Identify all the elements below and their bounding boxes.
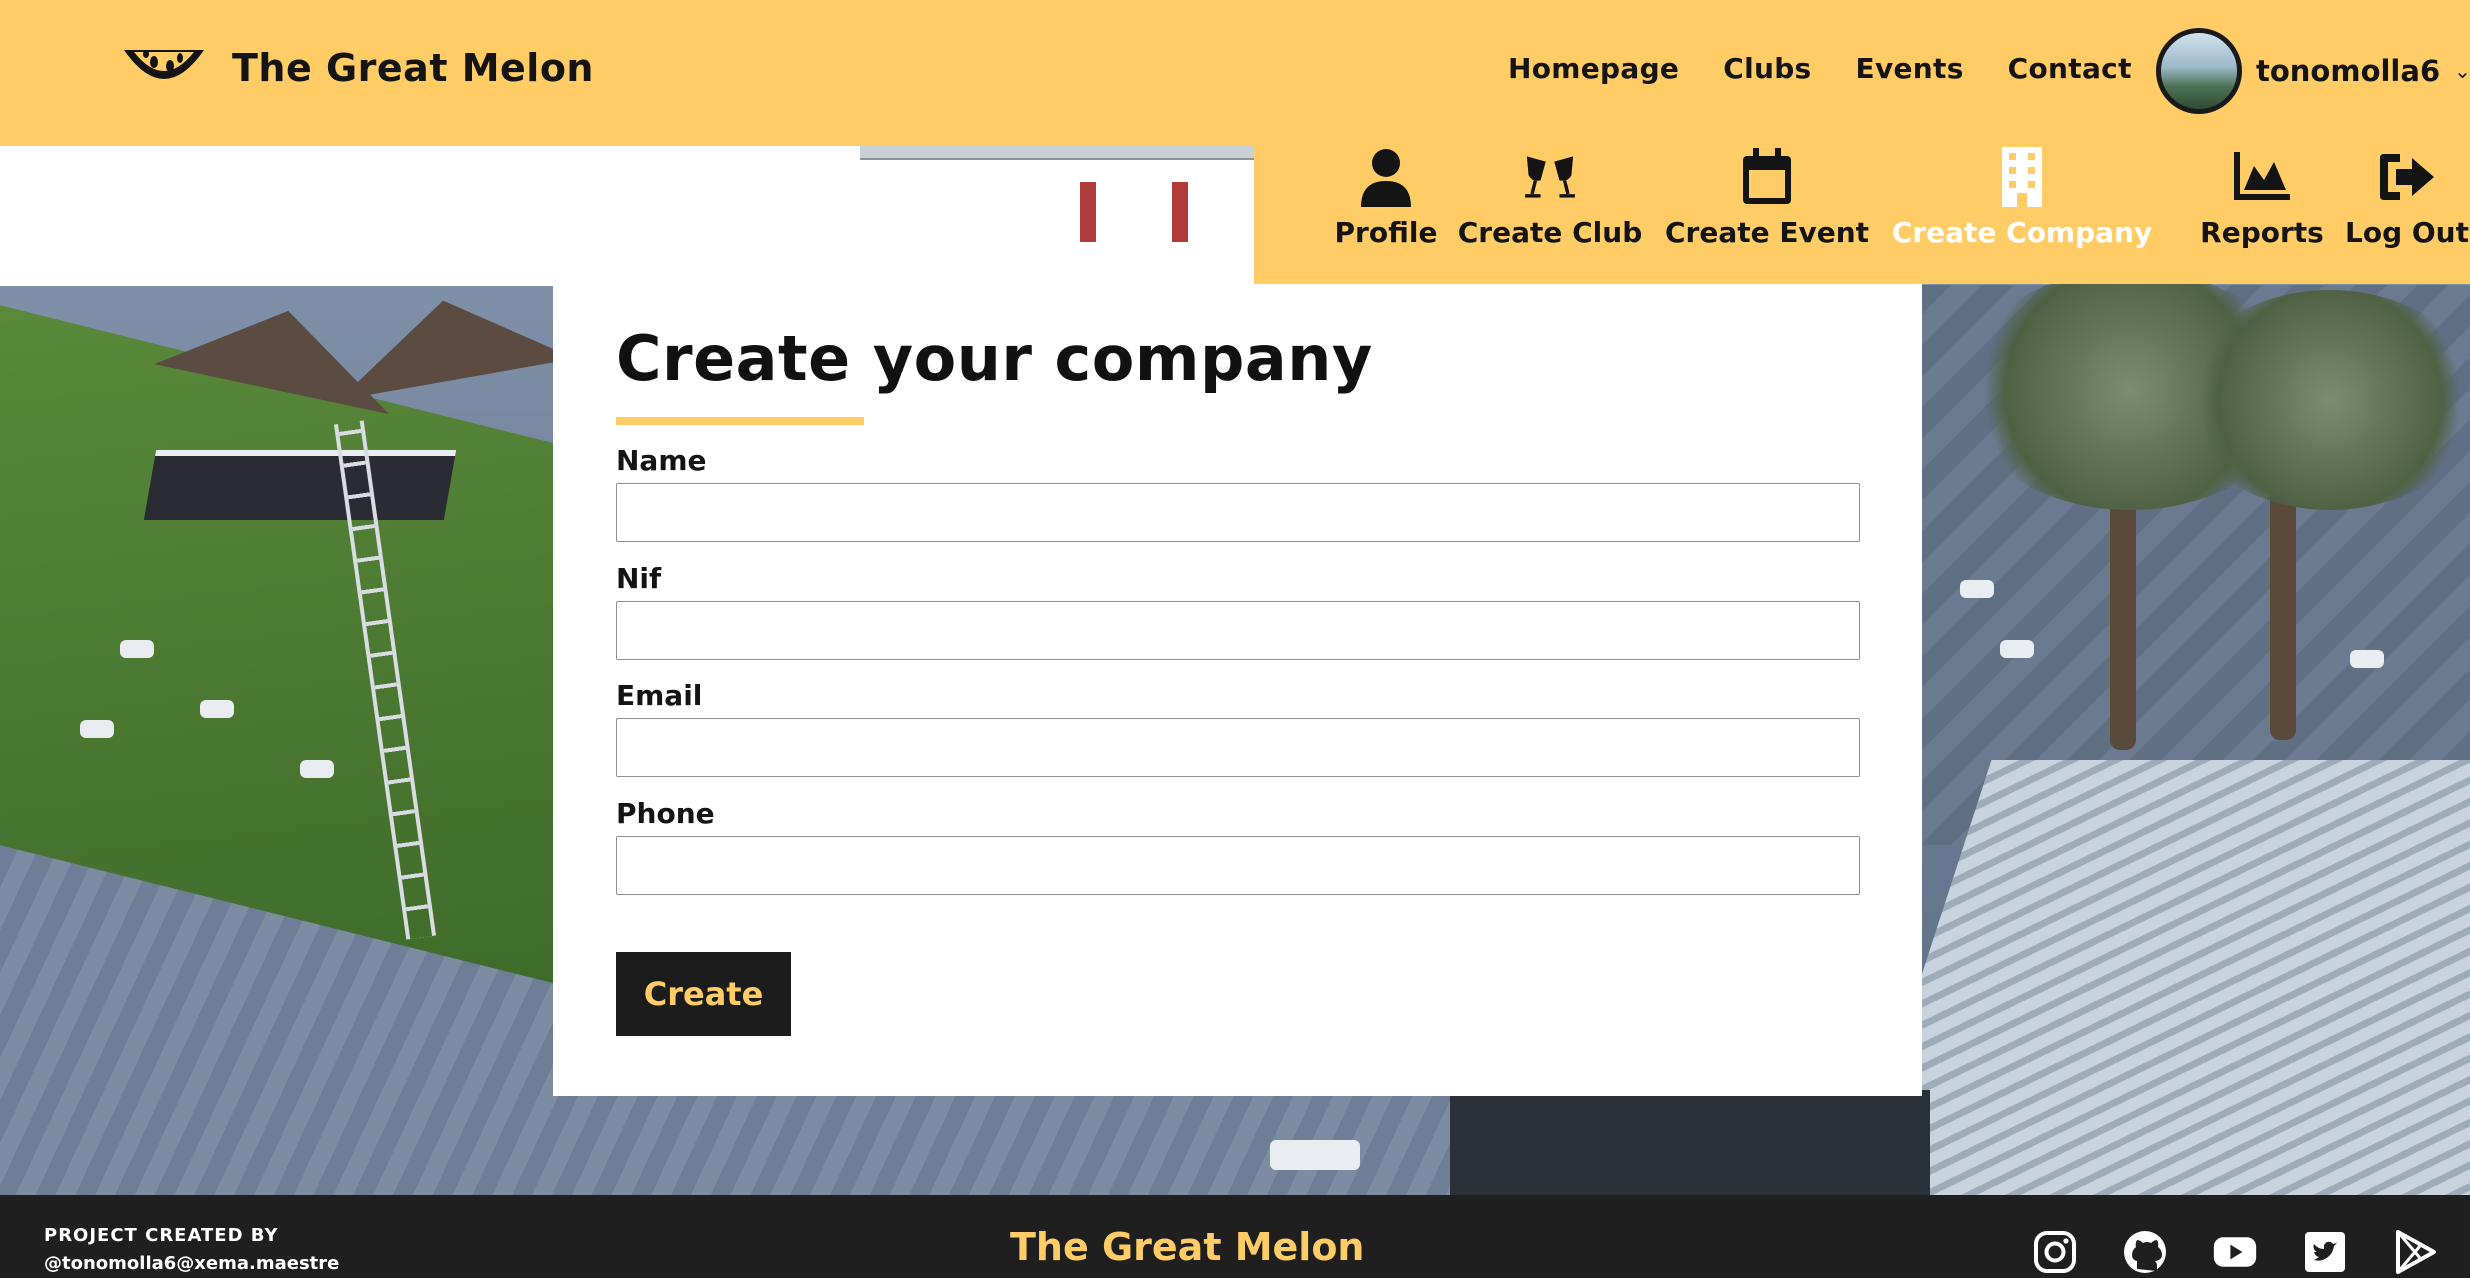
menu-item-create-event[interactable]: Create Event [1662, 146, 1872, 284]
github-icon[interactable] [2122, 1229, 2168, 1275]
lounge-chair [1270, 1140, 1360, 1170]
email-label: Email [616, 679, 703, 712]
nif-label: Nif [616, 562, 662, 595]
main-nav: Homepage Clubs Events Contact [1508, 52, 2132, 85]
menu-item-create-club[interactable]: Create Club [1450, 146, 1650, 284]
stage [143, 450, 457, 520]
youtube-icon[interactable] [2212, 1229, 2258, 1275]
phone-input[interactable] [616, 836, 1860, 895]
tent-canopy [324, 279, 576, 401]
menu-label: Create Event [1664, 216, 1870, 249]
nav-events[interactable]: Events [1856, 52, 1964, 85]
create-button[interactable]: Create [616, 952, 791, 1036]
lounge-chair [200, 700, 234, 718]
banner [1080, 182, 1096, 242]
nif-input[interactable] [616, 601, 1860, 660]
page-title: Create your company [616, 322, 1373, 395]
email-input[interactable] [616, 718, 1860, 777]
phone-label: Phone [616, 797, 715, 830]
calendar-icon [1737, 146, 1797, 208]
nav-contact[interactable]: Contact [2008, 52, 2132, 85]
background-white-area [0, 146, 1254, 286]
menu-item-log-out[interactable]: Log Out [2344, 146, 2470, 284]
user-dropdown-menu: Profile Create Club Create Event Create … [1254, 146, 2470, 284]
building-icon [1992, 146, 2052, 208]
footer-brand: The Great Melon [1010, 1225, 1365, 1269]
twitter-icon[interactable] [2302, 1229, 2348, 1275]
lounge-chair [1960, 580, 1994, 598]
name-label: Name [616, 444, 707, 477]
title-underline [616, 417, 864, 425]
menu-label: Reports [2200, 216, 2324, 249]
menu-label: Create Company [1891, 216, 2153, 249]
menu-label: Log Out [2345, 216, 2469, 249]
palm-foliage [2180, 290, 2470, 510]
lounge-chair [2000, 640, 2034, 658]
chart-area-icon [2232, 146, 2292, 208]
name-input[interactable] [616, 483, 1860, 542]
credit-heading: PROJECT CREATED BY [44, 1225, 279, 1246]
user-icon [1356, 146, 1416, 208]
nav-homepage[interactable]: Homepage [1508, 52, 1679, 85]
lounge-chair [80, 720, 114, 738]
brand-name: The Great Melon [232, 46, 594, 90]
instagram-icon[interactable] [2032, 1229, 2078, 1275]
brand-logo-link[interactable]: The Great Melon [118, 38, 594, 98]
banner [1172, 182, 1188, 242]
credit-authors: @tonomolla6@xema.maestre [44, 1253, 340, 1274]
chevron-down-icon: ⌄ [2454, 59, 2470, 83]
melon-logo-icon [124, 50, 204, 79]
sign-out-icon [2377, 146, 2437, 208]
menu-item-profile[interactable]: Profile [1311, 146, 1461, 284]
lounge-chair [2350, 650, 2384, 668]
menu-label: Profile [1334, 216, 1438, 249]
lounge-chair [120, 640, 154, 658]
avatar [2156, 28, 2242, 114]
menu-item-reports[interactable]: Reports [2179, 146, 2345, 284]
menu-item-create-company[interactable]: Create Company [1891, 146, 2153, 284]
lounge-chair [300, 760, 334, 778]
user-menu-toggle[interactable]: tonomolla6 ⌄ [2156, 28, 2470, 114]
site-header: The Great Melon Homepage Clubs Events Co… [0, 0, 2470, 146]
username: tonomolla6 [2256, 54, 2441, 88]
create-company-card: Create your company Name Nif Email Phone… [553, 284, 1922, 1096]
social-links [2032, 1229, 2438, 1275]
menu-label: Create Club [1457, 216, 1643, 249]
cheers-icon [1520, 146, 1580, 208]
site-footer: PROJECT CREATED BY @tonomolla6@xema.maes… [0, 1195, 2470, 1278]
google-play-icon[interactable] [2392, 1229, 2438, 1275]
stage-truss [860, 146, 1254, 160]
building-wall [1450, 1090, 1930, 1195]
nav-clubs[interactable]: Clubs [1723, 52, 1811, 85]
